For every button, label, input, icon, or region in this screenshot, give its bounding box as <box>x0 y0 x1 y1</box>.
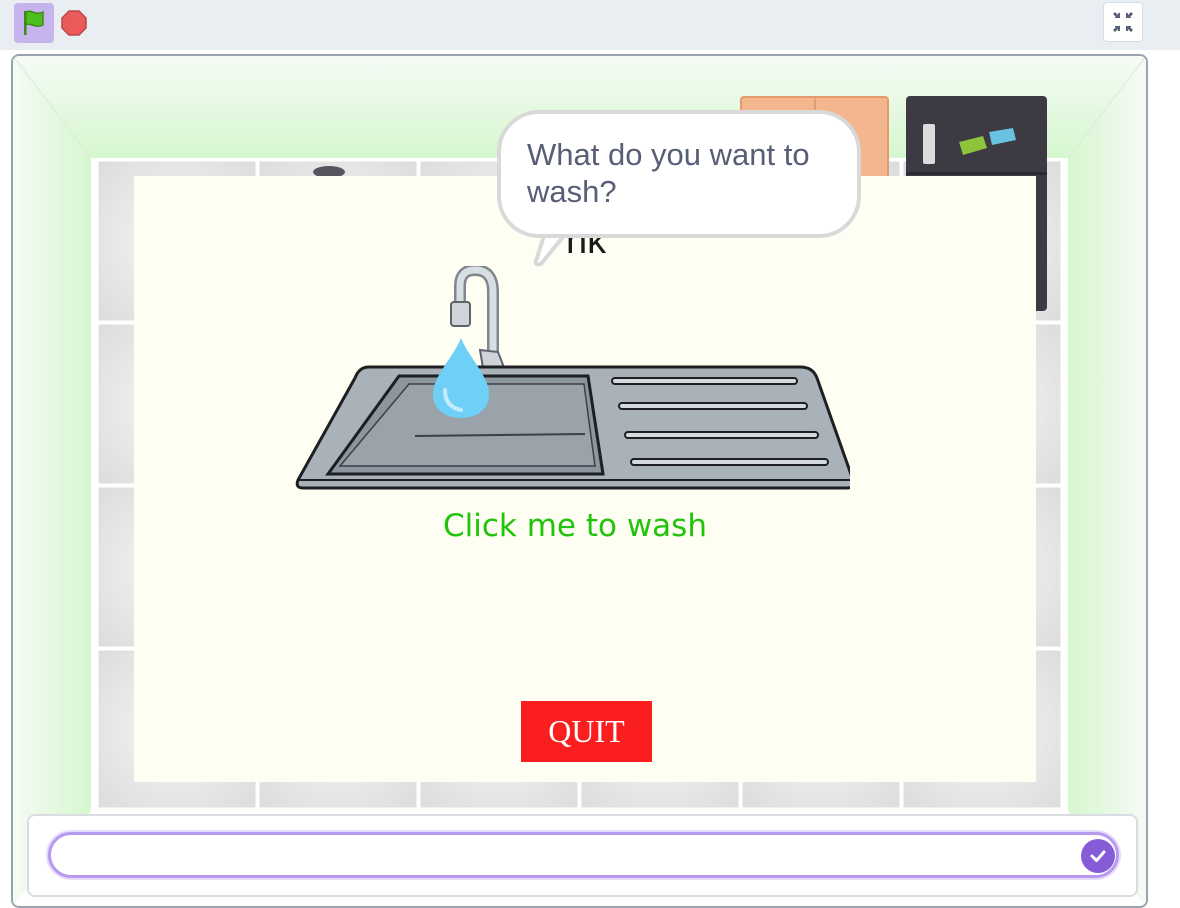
quit-button[interactable]: QUIT <box>521 701 652 762</box>
exit-fullscreen-icon <box>1113 12 1133 32</box>
answer-input[interactable] <box>48 832 1119 878</box>
speech-bubble-text: What do you want to wash? <box>527 137 810 209</box>
sink-sprite[interactable] <box>285 266 850 491</box>
check-icon <box>1090 850 1106 862</box>
green-flag-icon <box>24 10 44 35</box>
click-to-wash-label[interactable]: Click me to wash <box>443 508 743 544</box>
water-drop-icon[interactable] <box>431 336 491 420</box>
stage[interactable]: nk Click me to wash QUIT What do you wan… <box>11 54 1148 908</box>
ask-prompt-box <box>27 814 1138 897</box>
submit-answer-button[interactable] <box>1081 839 1115 873</box>
speech-bubble: What do you want to wash? <box>497 110 861 238</box>
exit-fullscreen-button[interactable] <box>1103 2 1143 42</box>
stop-sign-icon <box>61 10 87 36</box>
stage-toolbar <box>0 0 1180 50</box>
green-flag-button[interactable] <box>14 3 54 43</box>
speech-bubble-tail <box>533 232 571 267</box>
stop-button[interactable] <box>61 10 87 36</box>
